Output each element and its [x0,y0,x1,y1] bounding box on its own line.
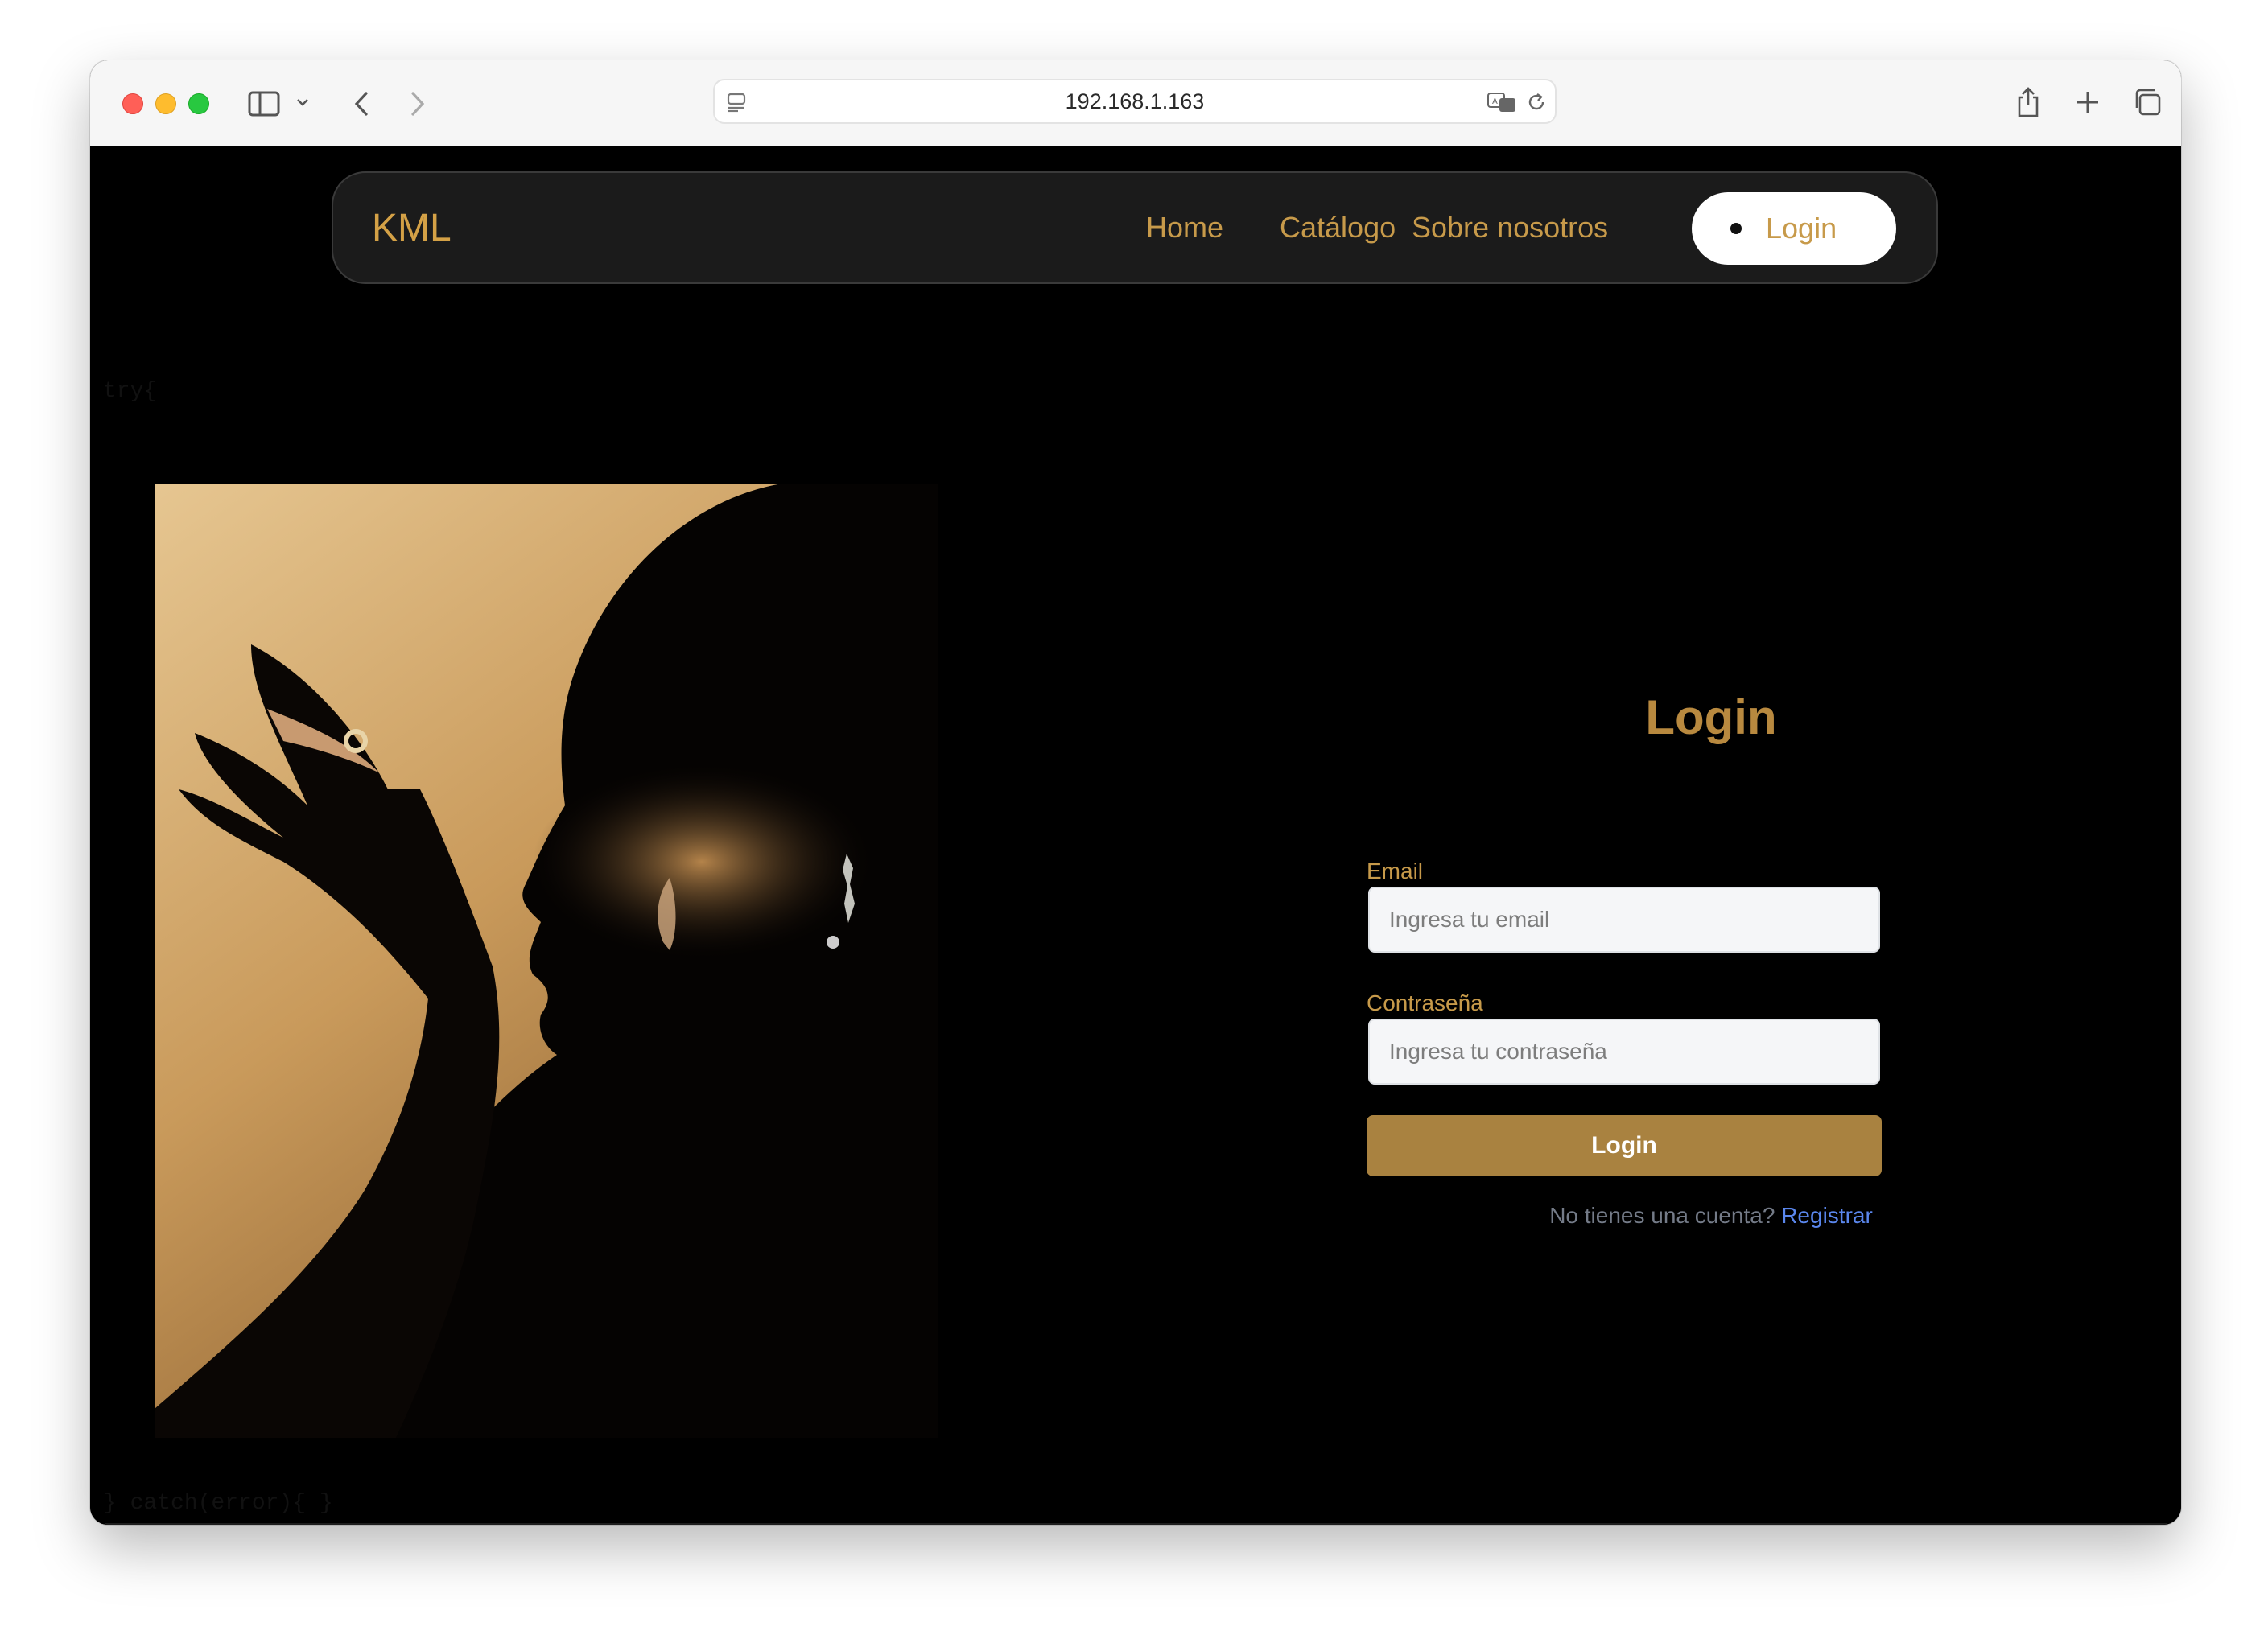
svg-text:A: A [1492,97,1498,106]
url-text[interactable]: 192.168.1.163 [715,80,1555,122]
translate-icon[interactable]: A [1486,90,1518,114]
password-label: Contraseña [1367,990,1483,1015]
email-field[interactable] [1368,887,1880,953]
back-icon[interactable] [349,88,373,120]
login-submit-button[interactable]: Login [1367,1115,1882,1176]
tab-overview-icon[interactable] [2131,86,2163,118]
address-bar[interactable]: 192.168.1.163 A [713,79,1557,124]
zoom-window-button[interactable] [188,93,209,114]
sidebar-icon[interactable] [246,88,282,120]
nav-login-label: Login [1766,212,1837,245]
devtools-bar [105,1523,2167,1525]
forward-icon[interactable] [406,88,430,120]
minimize-window-button[interactable] [155,93,176,114]
reload-icon[interactable] [1524,90,1548,114]
share-icon[interactable] [2014,84,2043,120]
nav-link-home[interactable]: Home [1146,173,1223,282]
brand-logo[interactable]: KML [372,173,452,282]
site-navbar: KML Home Catálogo Sobre nosotros Login [332,171,1938,284]
debug-text-bottom: } catch(error){ } [103,1491,333,1516]
browser-toolbar: 192.168.1.163 A [90,60,2181,146]
nav-login-button[interactable]: Login [1692,192,1896,265]
login-title: Login [1645,690,1777,744]
hero-image [155,484,938,1438]
register-link[interactable]: Registrar [1781,1203,1873,1228]
nav-link-catalogo[interactable]: Catálogo [1280,173,1396,282]
browser-window: 192.168.1.163 A KML Home Catálogo Sobre … [90,60,2181,1525]
register-prompt-text: No tienes una cuenta? [1549,1203,1775,1228]
close-window-button[interactable] [122,93,143,114]
register-prompt: No tienes una cuenta? Registrar [1293,1203,2130,1229]
email-label: Email [1367,859,1424,883]
nav-link-sobre-nosotros[interactable]: Sobre nosotros [1412,173,1608,282]
page-viewport: KML Home Catálogo Sobre nosotros Login t… [90,146,2181,1525]
password-field[interactable] [1368,1019,1880,1085]
new-tab-icon[interactable] [2073,88,2102,117]
debug-text-top: try{ [103,379,158,404]
active-dot-icon [1730,223,1742,234]
chevron-down-icon[interactable] [295,94,311,110]
